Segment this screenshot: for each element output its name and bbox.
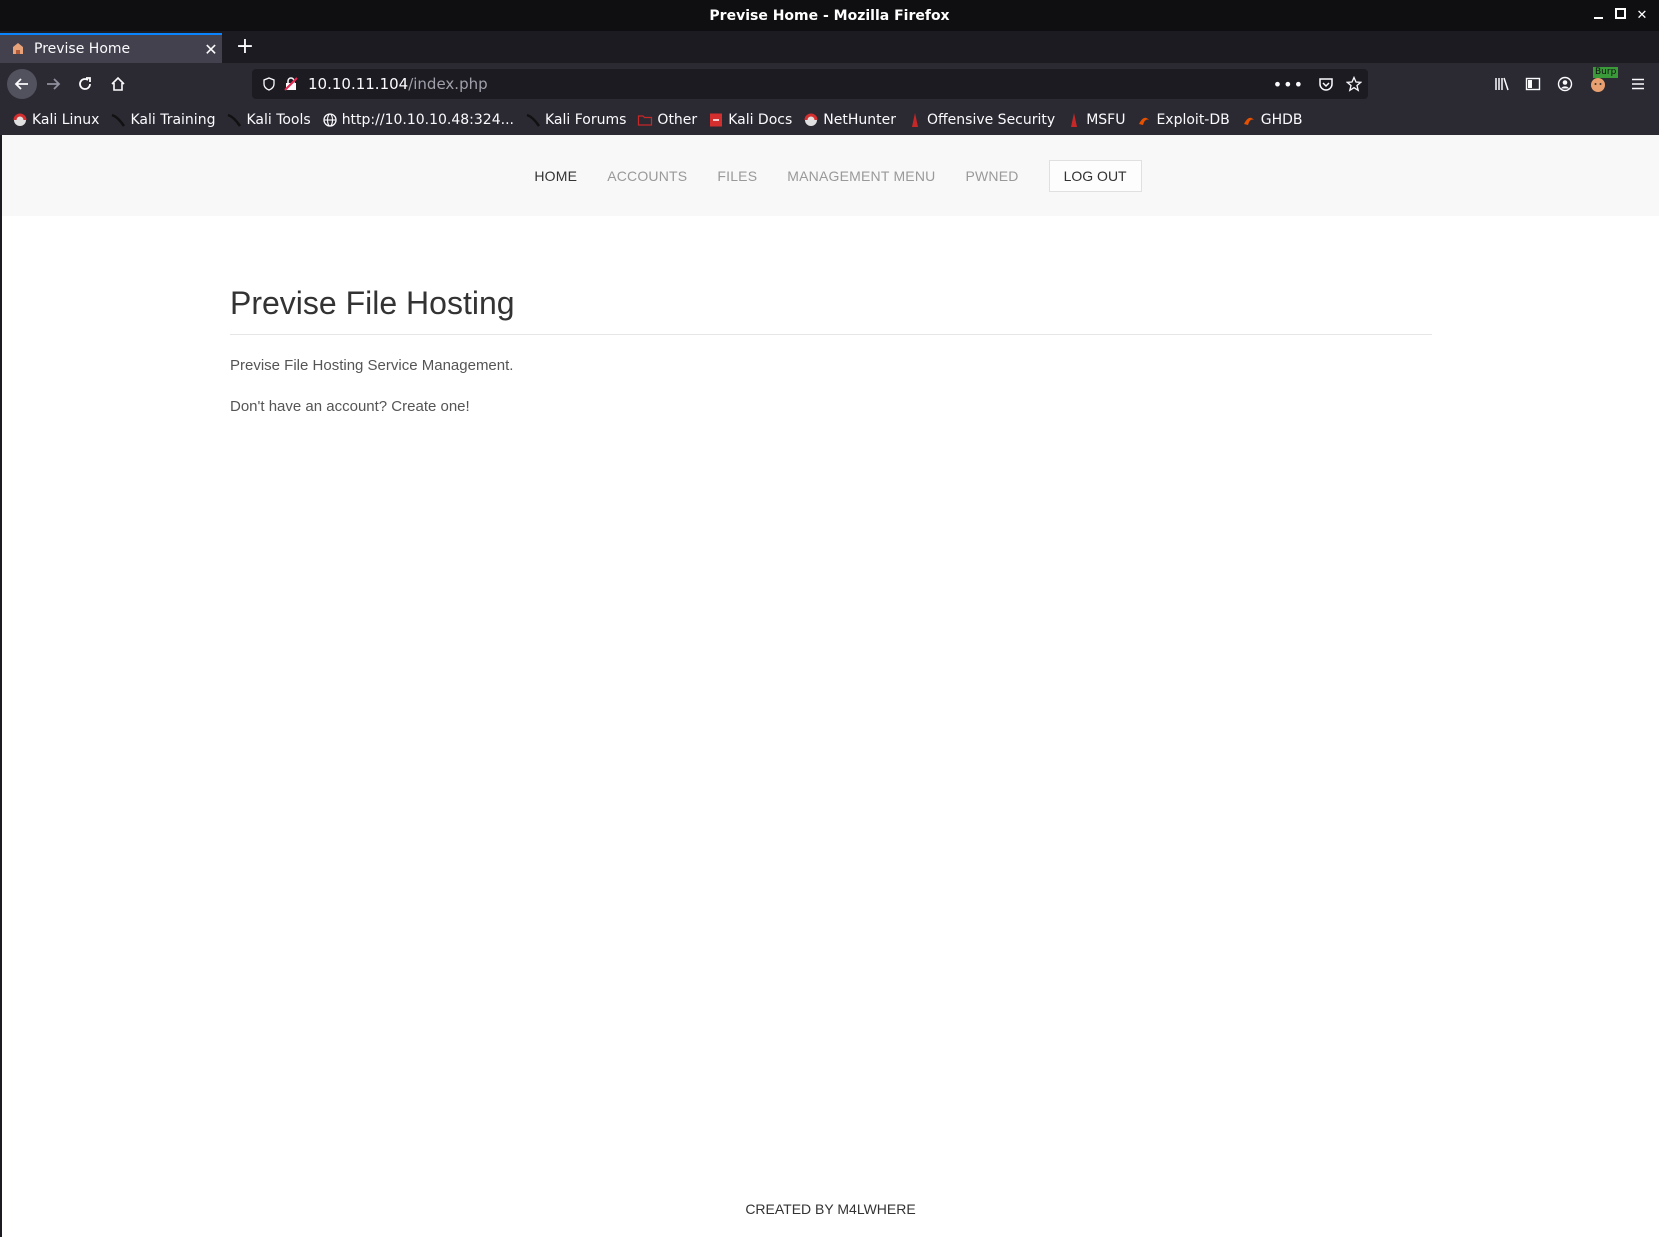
offsec-icon: [1066, 112, 1082, 128]
maximize-icon[interactable]: [1609, 8, 1631, 23]
bookmark-other[interactable]: Other: [637, 112, 697, 128]
bookmark-kali-forums[interactable]: Kali Forums: [525, 112, 626, 128]
bookmark-label: GHDB: [1260, 112, 1303, 128]
bookmark-label: Kali Forums: [544, 112, 627, 128]
bookmark-label: Exploit-DB: [1156, 112, 1230, 128]
exploitdb-icon: [1136, 112, 1152, 128]
new-tab-button[interactable]: +: [232, 33, 258, 63]
kali-dragon-icon: [525, 112, 541, 128]
offsec-icon: [907, 112, 923, 128]
bookmark-nethunter[interactable]: NetHunter: [803, 112, 896, 128]
kali-dragon-icon: [110, 112, 126, 128]
burp-badge: Burp: [1593, 67, 1619, 78]
bookmark-label: http://10.10.10.48:324...: [341, 112, 514, 128]
pocket-icon[interactable]: [1318, 76, 1334, 92]
forward-icon: [47, 78, 61, 90]
bookmarks-toolbar: Kali Linux Kali Training Kali Tools http…: [0, 105, 1659, 135]
url-path: /index.php: [408, 75, 488, 93]
menu-button[interactable]: [1624, 69, 1652, 99]
previse-favicon-icon: [10, 41, 26, 57]
burp-extension-button[interactable]: Burp: [1584, 67, 1619, 99]
account-icon: [1557, 76, 1573, 92]
logout-button[interactable]: LOG OUT: [1048, 159, 1142, 192]
bookmark-label: MSFU: [1086, 112, 1126, 128]
page-title: Previse File Hosting: [230, 283, 1432, 335]
url-bar[interactable]: 10.10.11.104/index.php •••: [252, 69, 1368, 99]
bookmark-kali-training[interactable]: Kali Training: [110, 112, 215, 128]
home-icon: [111, 76, 125, 91]
shield-icon[interactable]: [262, 77, 276, 91]
window-title: Previse Home - Mozilla Firefox: [709, 7, 950, 24]
bookmark-star-icon[interactable]: [1346, 76, 1362, 92]
page-description: Previse File Hosting Service Management.: [230, 356, 514, 374]
window-titlebar: Previse Home - Mozilla Firefox ✕: [0, 0, 1659, 31]
main-content: Previse File Hosting Previse File Hostin…: [230, 283, 1432, 415]
bookmark-exploit-db[interactable]: Exploit-DB: [1136, 112, 1230, 128]
bookmark-kali-docs[interactable]: Kali Docs: [708, 112, 792, 128]
bookmark-ghdb[interactable]: GHDB: [1241, 112, 1303, 128]
burp-extension-icon: Burp: [1589, 67, 1619, 93]
bookmark-offensive-security[interactable]: Offensive Security: [907, 112, 1055, 128]
menu-icon: [1632, 78, 1644, 90]
reload-button[interactable]: [70, 69, 100, 99]
bookmark-label: Offensive Security: [927, 112, 1056, 128]
kali-icon: [12, 112, 28, 128]
bookmark-label: Other: [657, 112, 698, 128]
url-text[interactable]: 10.10.11.104/index.php: [308, 75, 488, 93]
tab-strip: Previse Home ✕ +: [0, 31, 1659, 63]
bookmark-label: Kali Tools: [246, 112, 311, 128]
kali-icon: [803, 112, 819, 128]
folder-icon: [637, 112, 653, 128]
page-actions-icon[interactable]: •••: [1273, 75, 1304, 94]
nav-home[interactable]: HOME: [534, 168, 577, 184]
nav-management-menu[interactable]: MANAGEMENT MENU: [787, 168, 935, 184]
window-controls: ✕: [1587, 0, 1653, 31]
reload-icon: [79, 77, 91, 90]
tab-title: Previse Home: [34, 41, 131, 57]
exploitdb-icon: [1241, 112, 1257, 128]
tab-previse-home[interactable]: Previse Home ✕: [0, 33, 222, 63]
account-button[interactable]: [1551, 69, 1579, 99]
bookmark-label: NetHunter: [823, 112, 896, 128]
close-window-icon[interactable]: ✕: [1631, 8, 1653, 23]
minimize-icon[interactable]: [1587, 8, 1609, 23]
back-icon: [14, 78, 28, 90]
nav-toolbar: 10.10.11.104/index.php ••• Burp: [0, 63, 1659, 105]
page-viewport: HOME ACCOUNTS FILES MANAGEMENT MENU PWNE…: [2, 135, 1659, 1237]
bookmark-msfu[interactable]: MSFU: [1066, 112, 1125, 128]
library-button[interactable]: [1488, 69, 1516, 99]
nav-accounts[interactable]: ACCOUNTS: [607, 168, 687, 184]
sidebar-button[interactable]: [1519, 69, 1547, 99]
bookmark-ip-link[interactable]: http://10.10.10.48:324...: [322, 112, 514, 128]
tab-close-icon[interactable]: ✕: [200, 40, 222, 59]
globe-icon: [322, 112, 338, 128]
back-button[interactable]: [7, 69, 37, 99]
insecure-lock-icon[interactable]: [284, 77, 298, 91]
bookmark-label: Kali Training: [130, 112, 216, 128]
nav-files[interactable]: FILES: [717, 168, 757, 184]
bookmark-kali-tools[interactable]: Kali Tools: [226, 112, 311, 128]
sidebar-icon: [1525, 77, 1541, 91]
bookmark-kali-linux[interactable]: Kali Linux: [12, 112, 99, 128]
kali-dragon-icon: [226, 112, 242, 128]
create-account-link[interactable]: Don't have an account? Create one!: [230, 398, 1432, 415]
forward-button[interactable]: [38, 69, 68, 99]
page-footer: CREATED BY M4LWHERE: [745, 1201, 916, 1217]
bookmark-label: Kali Docs: [728, 112, 793, 128]
kali-docs-icon: [708, 112, 724, 128]
url-host: 10.10.11.104: [308, 75, 409, 93]
site-navbar: HOME ACCOUNTS FILES MANAGEMENT MENU PWNE…: [2, 135, 1659, 216]
nav-pwned[interactable]: PWNED: [965, 168, 1018, 184]
bookmark-label: Kali Linux: [32, 112, 100, 128]
library-icon: [1495, 77, 1509, 91]
home-button[interactable]: [103, 69, 133, 99]
